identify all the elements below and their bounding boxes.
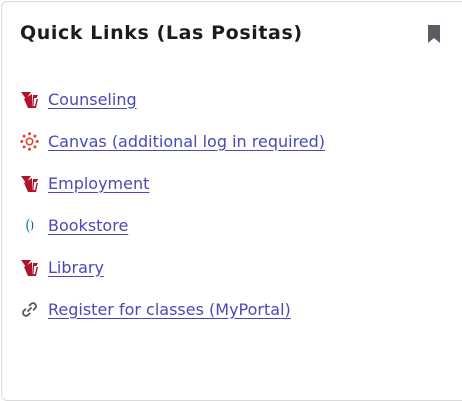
quick-link-counseling[interactable]: Counseling — [20, 78, 325, 120]
quick-link-label[interactable]: Library — [48, 258, 104, 277]
las-positas-logo-icon — [20, 258, 39, 277]
quick-link-canvas[interactable]: Canvas (additional log in required) — [20, 120, 325, 162]
bookstore-logo-icon — [20, 216, 39, 235]
las-positas-logo-icon — [20, 90, 39, 109]
quick-link-library[interactable]: Library — [20, 246, 325, 288]
quick-link-label[interactable]: Bookstore — [48, 216, 128, 235]
link-chain-icon — [20, 300, 39, 319]
canvas-logo-icon — [20, 131, 39, 151]
card-title: Quick Links (Las Positas) — [20, 22, 303, 44]
quick-link-label[interactable]: Register for classes (MyPortal) — [48, 300, 291, 319]
las-positas-logo-icon — [20, 174, 39, 193]
quick-link-label[interactable]: Employment — [48, 174, 149, 193]
quick-link-label[interactable]: Canvas (additional log in required) — [48, 132, 325, 151]
bookmark-icon[interactable] — [427, 25, 441, 43]
quick-links-list: Counseling Canvas (additional log in req… — [20, 78, 325, 330]
quick-link-register[interactable]: Register for classes (MyPortal) — [20, 288, 325, 330]
quick-link-bookstore[interactable]: Bookstore — [20, 204, 325, 246]
quick-link-label[interactable]: Counseling — [48, 90, 137, 109]
quick-links-card: Quick Links (Las Positas) Counseling Can… — [1, 1, 462, 401]
quick-link-employment[interactable]: Employment — [20, 162, 325, 204]
